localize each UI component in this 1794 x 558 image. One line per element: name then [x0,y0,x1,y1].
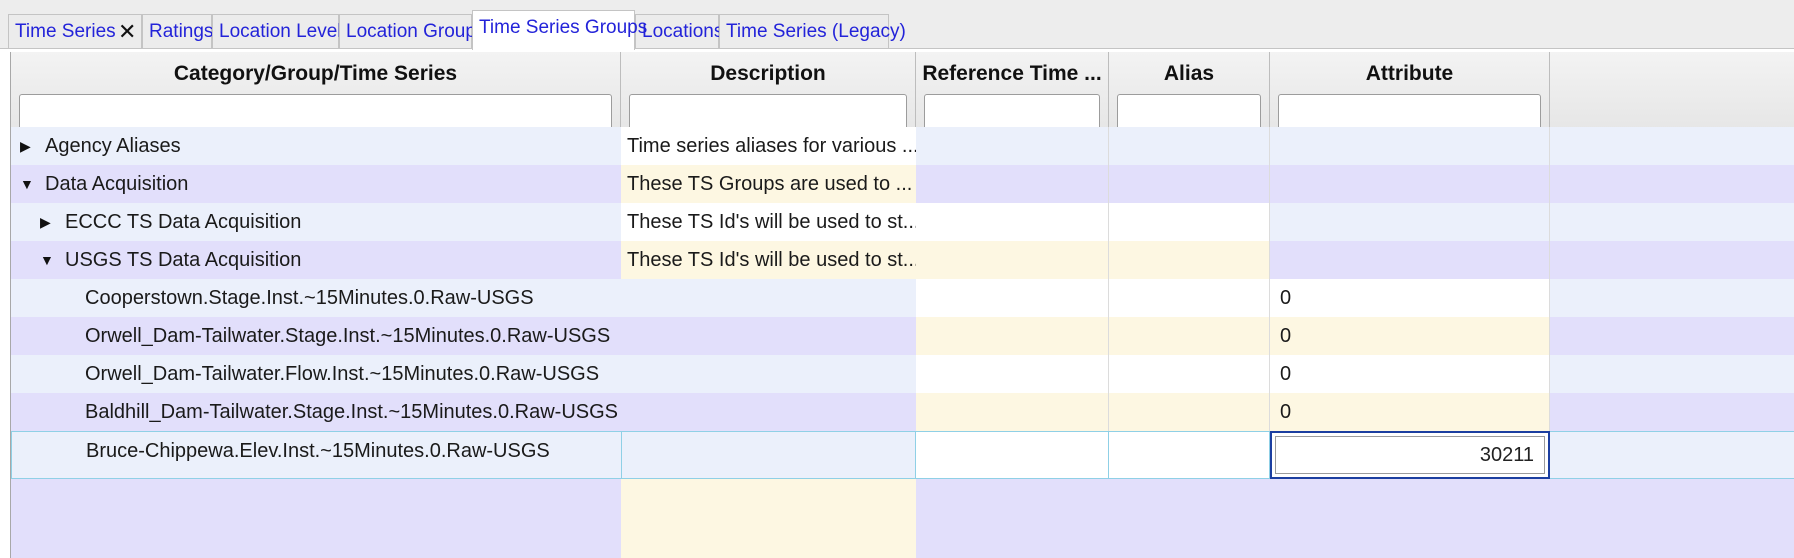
row-filler [1550,203,1794,241]
table-row[interactable]: ▶ Agency Aliases Time series aliases for… [11,127,1794,165]
reference-time-cell[interactable] [916,317,1109,355]
alias-cell[interactable] [1109,393,1270,431]
attribute-editor-field[interactable]: 30211 [1275,436,1545,474]
tab-time-series[interactable]: Time Series ✕ [8,14,142,49]
description-cell[interactable] [621,279,916,317]
table-row[interactable]: Orwell_Dam-Tailwater.Stage.Inst.~15Minut… [11,317,1794,355]
close-icon[interactable]: ✕ [118,15,136,48]
row-filler [1550,279,1794,317]
collapse-arrow-icon[interactable]: ▼ [40,241,54,279]
time-series-groups-table: Category/Group/Time Series Description R… [10,52,1794,558]
selected-table-row[interactable]: Bruce-Chippewa.Elev.Inst.~15Minutes.0.Ra… [11,431,1794,479]
row-filler [1550,241,1794,279]
table-row[interactable]: ▼ USGS TS Data Acquisition These TS Id's… [11,241,1794,279]
row-filler [1550,355,1794,393]
reference-time-cell[interactable] [916,393,1109,431]
row-filler [1550,165,1794,203]
tab-label: Locations [642,21,724,42]
attribute-cell[interactable]: 0 [1270,279,1550,317]
tab-bar: Time Series ✕ Ratings Location Levels Lo… [0,0,1794,50]
column-title: Description [710,62,826,85]
table-row[interactable]: Baldhill_Dam-Tailwater.Stage.Inst.~15Min… [11,393,1794,431]
name-cell: Cooperstown.Stage.Inst.~15Minutes.0.Raw-… [11,279,621,317]
row-filler [1550,127,1794,165]
attribute-cell[interactable] [1270,203,1550,241]
tab-time-series-legacy[interactable]: Time Series (Legacy) [719,14,906,49]
reference-time-cell[interactable] [916,355,1109,393]
row-filler [1550,317,1794,355]
alias-cell[interactable] [1109,355,1270,393]
row-cell [621,479,916,558]
name-cell: ▼ Data Acquisition [11,165,621,203]
attribute-cell[interactable] [1270,165,1550,203]
name-cell: Orwell_Dam-Tailwater.Flow.Inst.~15Minute… [11,355,621,393]
tab-time-series-groups[interactable]: Time Series Groups [472,10,647,50]
alias-cell[interactable] [1109,241,1270,279]
reference-time-cell[interactable] [916,203,1109,241]
reference-time-cell[interactable] [916,127,1109,165]
row-name: Data Acquisition [45,173,189,195]
row-cell [916,479,1794,558]
tab-location-groups[interactable]: Location Groups [339,14,485,49]
tab-label: Time Series Groups [479,17,648,38]
row-filler [1550,431,1794,479]
attribute-cell[interactable]: 0 [1270,393,1550,431]
reference-time-cell[interactable] [916,279,1109,317]
tab-label: Location Levels [219,21,352,42]
attribute-cell[interactable] [1270,127,1550,165]
collapse-arrow-icon[interactable]: ▼ [20,165,34,203]
alias-cell[interactable] [1109,203,1270,241]
tab-label: Time Series (Legacy) [726,21,906,42]
attribute-editor[interactable]: 30211 [1270,431,1550,479]
table-row[interactable]: ▼ Data Acquisition These TS Groups are u… [11,165,1794,203]
alias-cell[interactable] [1109,279,1270,317]
column-title: Alias [1163,62,1215,85]
description-cell[interactable]: These TS Id's will be used to st... [621,241,916,279]
table-row[interactable]: Cooperstown.Stage.Inst.~15Minutes.0.Raw-… [11,279,1794,317]
description-cell[interactable] [621,431,916,479]
reference-time-cell[interactable] [916,241,1109,279]
row-name: ECCC TS Data Acquisition [65,211,302,233]
alias-cell[interactable] [1109,127,1270,165]
column-title: Reference Time ... [922,62,1102,85]
description-cell[interactable] [621,355,916,393]
alias-cell[interactable] [1109,165,1270,203]
name-cell: Bruce-Chippewa.Elev.Inst.~15Minutes.0.Ra… [11,431,621,479]
column-title: Category/Group/Time Series [173,62,458,85]
attribute-cell[interactable]: 0 [1270,355,1550,393]
description-cell[interactable]: These TS Groups are used to ... [621,165,916,203]
expand-arrow-icon[interactable]: ▶ [40,203,54,241]
name-cell: Orwell_Dam-Tailwater.Stage.Inst.~15Minut… [11,317,621,355]
attribute-cell[interactable] [1270,241,1550,279]
attribute-cell[interactable]: 0 [1270,317,1550,355]
reference-time-cell[interactable] [916,431,1109,479]
column-title: Attribute [1365,62,1454,85]
table-row[interactable]: Orwell_Dam-Tailwater.Flow.Inst.~15Minute… [11,355,1794,393]
tab-label: Location Groups [346,21,486,42]
alias-cell[interactable] [1109,317,1270,355]
tab-ratings[interactable]: Ratings [142,14,214,49]
table-row[interactable]: ▶ ECCC TS Data Acquisition These TS Id's… [11,203,1794,241]
tab-location-levels[interactable]: Location Levels [212,14,351,49]
row-name: Agency Aliases [45,135,181,157]
expand-arrow-icon[interactable]: ▶ [20,127,34,165]
name-cell: Baldhill_Dam-Tailwater.Stage.Inst.~15Min… [11,393,621,431]
row-cell [11,479,621,558]
row-name: USGS TS Data Acquisition [65,249,302,271]
tab-locations[interactable]: Locations [635,14,723,49]
tab-divider [0,48,1794,49]
name-cell: ▼ USGS TS Data Acquisition [11,241,621,279]
name-cell: ▶ ECCC TS Data Acquisition [11,203,621,241]
description-cell[interactable]: Time series aliases for various ... [621,127,916,165]
alias-cell[interactable] [1109,431,1270,479]
tab-label: Ratings [149,21,214,42]
row-filler [1550,393,1794,431]
name-cell: ▶ Agency Aliases [11,127,621,165]
description-cell[interactable]: These TS Id's will be used to st... [621,203,916,241]
tab-label: Time Series [15,21,116,42]
description-cell[interactable] [621,317,916,355]
table-row-partial [11,479,1794,558]
description-cell[interactable] [621,393,916,431]
reference-time-cell[interactable] [916,165,1109,203]
